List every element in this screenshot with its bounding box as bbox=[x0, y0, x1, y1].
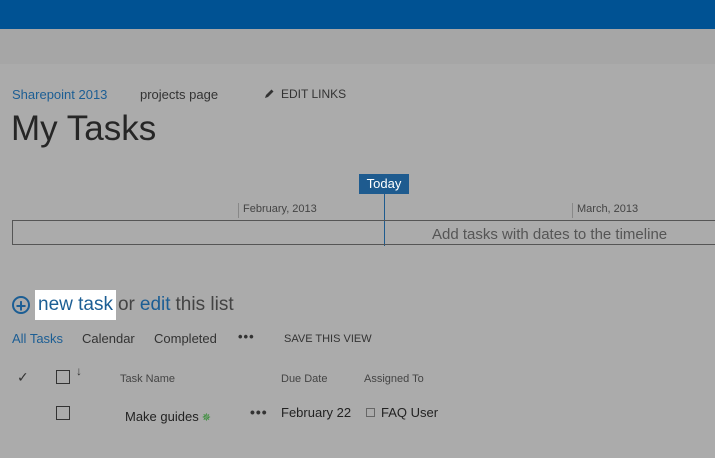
timeline-month-february: February, 2013 bbox=[238, 203, 317, 218]
task-name: Make guides bbox=[125, 409, 199, 424]
edit-links-button[interactable]: EDIT LINKS bbox=[263, 87, 346, 101]
breadcrumb-site-link[interactable]: Sharepoint 2013 bbox=[12, 87, 107, 102]
tab-completed[interactable]: Completed bbox=[154, 331, 217, 346]
item-menu-ellipsis-icon[interactable]: ••• bbox=[250, 404, 268, 420]
pencil-icon bbox=[265, 89, 274, 98]
tab-all-tasks[interactable]: All Tasks bbox=[12, 331, 63, 346]
breadcrumb-page-link[interactable]: projects page bbox=[140, 87, 218, 102]
task-complete-checkbox[interactable] bbox=[56, 406, 70, 420]
new-task-link[interactable]: new task bbox=[35, 290, 116, 320]
plus-circle-icon[interactable]: + bbox=[12, 296, 30, 315]
ribbon-bar bbox=[0, 29, 715, 64]
task-due-date: February 22 bbox=[281, 405, 352, 420]
edit-links-label: EDIT LINKS bbox=[281, 87, 347, 101]
new-task-row: + new task or edit this list bbox=[12, 290, 234, 320]
timeline-month-march: March, 2013 bbox=[572, 203, 638, 218]
or-text: or bbox=[117, 294, 135, 315]
edit-list-link[interactable]: edit bbox=[140, 294, 171, 316]
completed-column-checkbox-icon[interactable] bbox=[56, 370, 70, 384]
column-header-assigned-to[interactable]: Assigned To bbox=[364, 373, 424, 385]
task-assigned-to-link[interactable]: FAQ User bbox=[381, 405, 438, 420]
column-header-due-date[interactable]: Due Date bbox=[281, 373, 327, 385]
timeline-today-marker: Today bbox=[359, 174, 409, 194]
new-item-icon: ✵ bbox=[201, 412, 211, 424]
select-all-check-icon[interactable]: ✓ bbox=[17, 369, 29, 386]
more-views-ellipsis-icon[interactable]: ••• bbox=[238, 329, 255, 344]
page-title: My Tasks bbox=[11, 109, 157, 148]
presence-indicator-icon bbox=[366, 408, 375, 417]
sort-arrow-icon[interactable]: ↓ bbox=[76, 364, 82, 378]
tab-calendar[interactable]: Calendar bbox=[82, 331, 135, 346]
suite-bar bbox=[0, 0, 715, 29]
this-list-text: this list bbox=[175, 294, 234, 315]
timeline-empty-hint: Add tasks with dates to the timeline bbox=[432, 226, 668, 243]
save-view-button[interactable]: SAVE THIS VIEW bbox=[284, 333, 372, 345]
task-name-link[interactable]: Make guides ✵ bbox=[125, 409, 211, 424]
column-header-task-name[interactable]: Task Name bbox=[120, 373, 175, 385]
